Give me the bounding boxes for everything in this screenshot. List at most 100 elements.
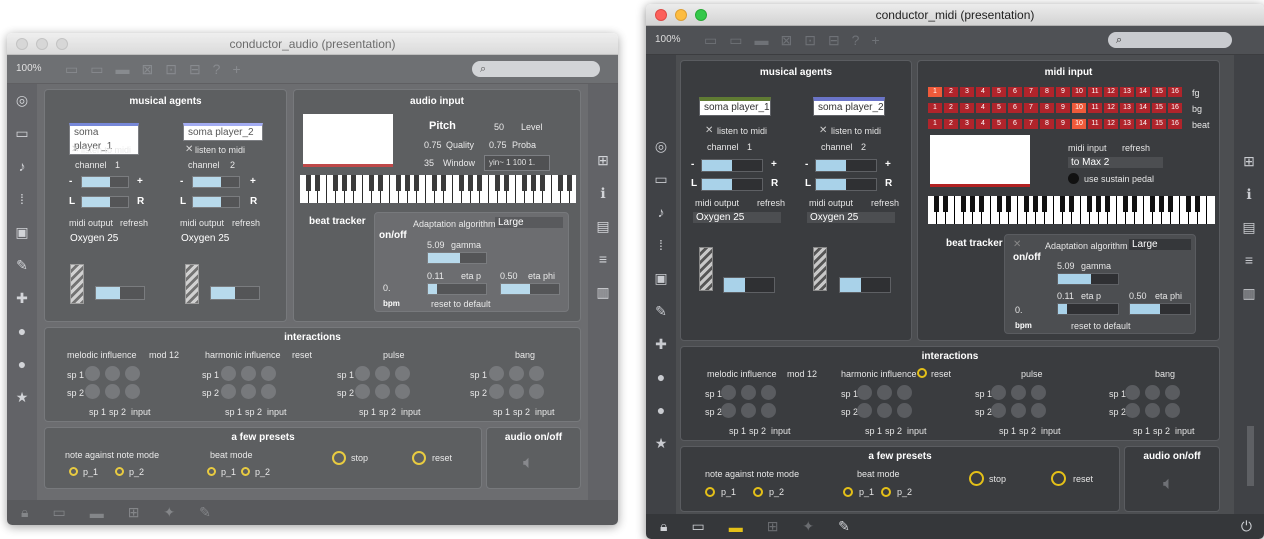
interaction-toggle[interactable] — [125, 366, 140, 381]
pitch-value[interactable]: 50 — [494, 122, 504, 132]
eta-p-slider[interactable] — [1057, 303, 1119, 315]
interaction-toggle[interactable] — [897, 385, 912, 400]
volume-slider-2[interactable] — [192, 176, 240, 188]
interaction-toggle[interactable] — [721, 385, 736, 400]
interaction-toggle[interactable] — [1165, 385, 1180, 400]
preset-p2-note[interactable] — [753, 487, 763, 497]
eta-phi-value[interactable]: 0.50 — [1129, 291, 1147, 301]
midi-channel-cell[interactable]: 16 — [1168, 87, 1182, 97]
interaction-toggle[interactable] — [529, 384, 544, 399]
info-icon[interactable]: ℹ — [588, 177, 618, 210]
midi-channel-cell[interactable]: 16 — [1168, 119, 1182, 129]
midi-channel-cell[interactable]: 15 — [1152, 119, 1166, 129]
black-key[interactable] — [558, 175, 563, 192]
black-key[interactable] — [1123, 196, 1128, 213]
listen-midi-2[interactable]: listen to midi — [831, 126, 881, 136]
listen-midi-2[interactable]: listen to midi — [195, 145, 245, 155]
gain-slider-1[interactable] — [95, 286, 145, 300]
channel-value-1[interactable]: 1 — [115, 160, 120, 170]
bracket-icon[interactable]: ⁞ — [7, 183, 37, 216]
black-key[interactable] — [1159, 196, 1164, 213]
circle-icon[interactable]: ● — [646, 361, 676, 394]
black-key[interactable] — [477, 175, 482, 192]
plug-icon[interactable]: ✚ — [7, 282, 37, 315]
interaction-toggle[interactable] — [529, 366, 544, 381]
gain-slider-2[interactable] — [839, 277, 891, 293]
presentation-icon[interactable]: ▭ — [90, 61, 103, 78]
add-icon[interactable]: + — [871, 32, 879, 49]
midi-channel-cell[interactable]: 1 — [928, 87, 942, 97]
midi-output-menu-2[interactable]: Oxygen 25 — [178, 233, 266, 244]
black-key[interactable] — [1087, 196, 1092, 213]
black-key[interactable] — [1168, 196, 1173, 213]
zoom-level[interactable]: 100% — [655, 34, 681, 45]
midi-channel-cell[interactable]: 5 — [992, 103, 1006, 113]
preset-p1-beat[interactable] — [843, 487, 853, 497]
zoom-button[interactable] — [695, 9, 707, 21]
piano-keyboard[interactable] — [928, 196, 1215, 224]
black-key[interactable] — [441, 175, 446, 192]
interaction-toggle[interactable] — [489, 366, 504, 381]
gamma-slider[interactable] — [1057, 273, 1119, 285]
preset-p2-beat[interactable] — [241, 467, 250, 476]
black-key[interactable] — [567, 175, 572, 192]
midi-channel-cell[interactable]: 2 — [944, 87, 958, 97]
black-key[interactable] — [351, 175, 356, 192]
midi-channel-cell[interactable]: 3 — [960, 103, 974, 113]
info-icon[interactable]: ℹ — [1234, 178, 1264, 211]
black-key[interactable] — [961, 196, 966, 213]
midi-channel-cell[interactable]: 7 — [1024, 103, 1038, 113]
midi-channel-cell[interactable]: 16 — [1168, 103, 1182, 113]
midi-channel-cell[interactable]: 11 — [1088, 119, 1102, 129]
reset-default-button[interactable]: reset to default — [431, 299, 491, 309]
black-key[interactable] — [1042, 196, 1047, 213]
close-icon[interactable]: ✕ — [819, 125, 827, 136]
black-key[interactable] — [522, 175, 527, 192]
lock-icon[interactable]: 🔒︎ — [660, 518, 667, 535]
interaction-toggle[interactable] — [1125, 385, 1140, 400]
interaction-toggle[interactable] — [741, 385, 756, 400]
refresh-button-1[interactable]: refresh — [120, 218, 148, 228]
midi-channel-cell[interactable]: 2 — [944, 119, 958, 129]
midi-channel-cell[interactable]: 13 — [1120, 119, 1134, 129]
black-key[interactable] — [1150, 196, 1155, 213]
preset-p1-note[interactable] — [705, 487, 715, 497]
midi-channel-cell[interactable]: 10 — [1072, 87, 1086, 97]
reset-button[interactable] — [412, 451, 426, 465]
list-icon[interactable]: ≡ — [588, 243, 618, 276]
black-key[interactable] — [970, 196, 975, 213]
reader-icon[interactable]: ▥ — [588, 276, 618, 309]
minimize-button[interactable] — [36, 38, 48, 50]
list-icon[interactable]: ≡ — [1234, 244, 1264, 277]
zoom-slider[interactable] — [1247, 426, 1254, 486]
help-icon[interactable]: ? — [213, 61, 221, 78]
black-key[interactable] — [1096, 196, 1101, 213]
interaction-toggle[interactable] — [375, 384, 390, 399]
eta-phi-value[interactable]: 0.50 — [500, 271, 518, 281]
note-icon[interactable]: ♪ — [7, 150, 37, 183]
preset-p2-note[interactable] — [115, 467, 124, 476]
midi-channel-cell[interactable]: 13 — [1120, 87, 1134, 97]
interaction-toggle[interactable] — [489, 384, 504, 399]
pan-slider-2[interactable] — [815, 178, 877, 191]
interaction-toggle[interactable] — [897, 403, 912, 418]
black-key[interactable] — [1186, 196, 1191, 213]
black-key[interactable] — [997, 196, 1002, 213]
interaction-toggle[interactable] — [1145, 385, 1160, 400]
interaction-toggle[interactable] — [1011, 403, 1026, 418]
search-field[interactable]: ⌕ — [1108, 32, 1232, 48]
black-key[interactable] — [333, 175, 338, 192]
interaction-toggle[interactable] — [991, 403, 1006, 418]
black-key[interactable] — [1024, 196, 1029, 213]
midi-channel-cell[interactable]: 11 — [1088, 87, 1102, 97]
preset-p1-note[interactable] — [69, 467, 78, 476]
interaction-toggle[interactable] — [991, 385, 1006, 400]
note-icon[interactable]: ♪ — [646, 196, 676, 229]
midi-channel-cell[interactable]: 5 — [992, 119, 1006, 129]
black-key[interactable] — [979, 196, 984, 213]
grid-toggle-icon[interactable]: ⊞ — [767, 518, 779, 535]
interaction-toggle[interactable] — [1125, 403, 1140, 418]
reset-default-button[interactable]: reset to default — [1071, 321, 1131, 331]
lock-view-icon[interactable]: ▭ — [65, 61, 78, 78]
black-key[interactable] — [1195, 196, 1200, 213]
